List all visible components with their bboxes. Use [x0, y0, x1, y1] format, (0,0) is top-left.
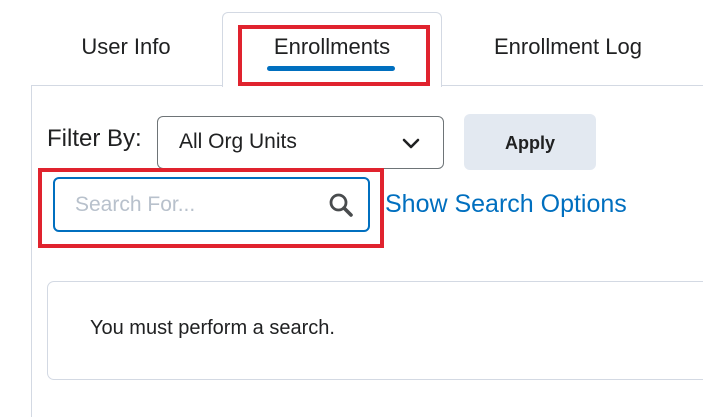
chevron-down-icon: [402, 138, 420, 149]
page-root: User Info Enrollments Enrollment Log Fil…: [0, 0, 703, 417]
tab-enrollment-log[interactable]: Enrollment Log: [478, 30, 658, 64]
tab-user-info[interactable]: User Info: [66, 30, 186, 64]
show-search-options-link[interactable]: Show Search Options: [385, 186, 627, 222]
org-unit-select-value: All Org Units: [179, 130, 297, 153]
org-unit-select[interactable]: All Org Units: [157, 116, 444, 169]
message-text: You must perform a search.: [90, 317, 335, 339]
apply-button[interactable]: Apply: [464, 114, 596, 170]
search-required-message: You must perform a search.: [47, 281, 703, 380]
filter-label: Filter By:: [47, 125, 142, 152]
highlight-box-search: [38, 168, 384, 248]
highlight-box-enrollments-tab: [238, 25, 430, 86]
